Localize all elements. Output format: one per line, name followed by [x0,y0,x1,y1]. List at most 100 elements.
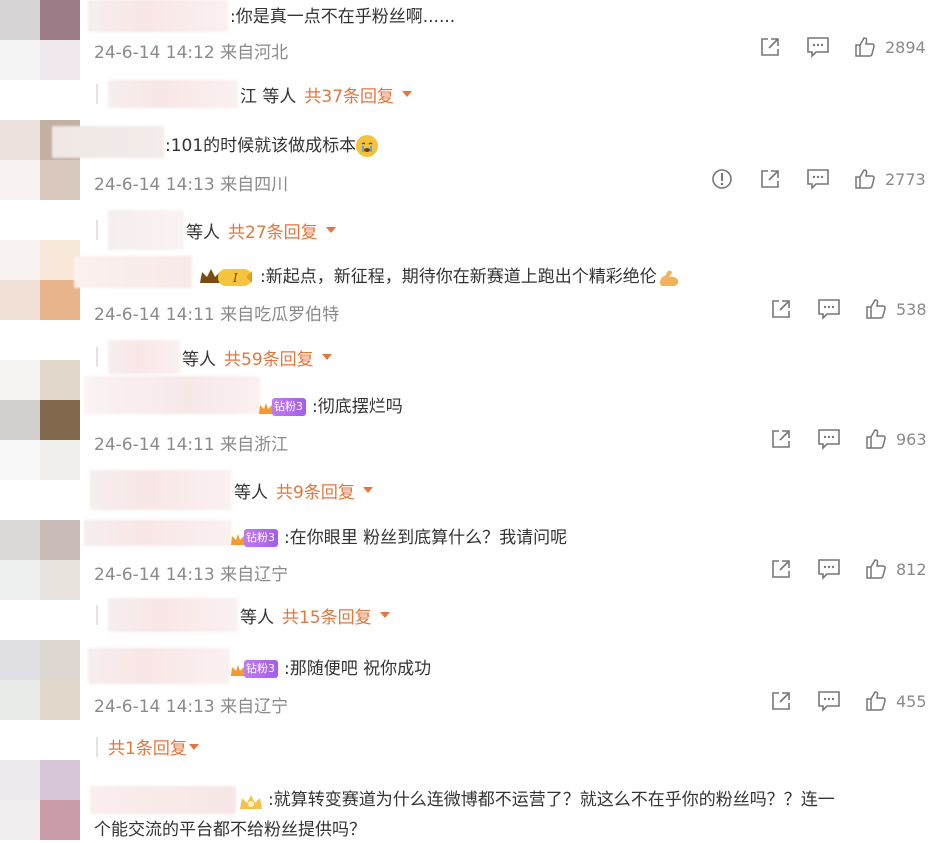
comment-item: :101的时候就该做成标本 24-6-14 14:13 来自四川 2773 等人… [0,120,943,250]
reply-summary[interactable]: 等人 共9条回复 [90,470,373,510]
avatar[interactable] [0,760,80,840]
timestamp: 24-6-14 14:11 [94,435,215,455]
comment-item: 钻粉3:彻底摆烂吗 24-6-14 14:11 来自浙江 963 等人 共9条回… [0,360,943,510]
comment-text: 钻粉3:彻底摆烂吗 [258,395,403,419]
username-blurred[interactable] [88,648,230,684]
timestamp: 24-6-14 14:12 [94,43,215,63]
like-button[interactable]: 538 [853,298,929,320]
share-icon[interactable] [757,558,805,580]
reply-summary[interactable]: 等人 共15条回复 [96,598,390,632]
crying-emoji-icon [356,135,379,157]
timestamp: 24-6-14 14:13 [94,175,215,195]
share-icon[interactable] [746,36,794,58]
flexed-biceps-emoji-icon [657,266,679,288]
divider [96,84,98,104]
comment-meta: 24-6-14 14:11 来自吃瓜罗伯特 [94,300,339,325]
report-icon[interactable] [698,168,746,190]
like-count: 963 [896,429,927,449]
comment-item: 钻粉3:那随便吧 祝你成功 24-6-14 14:13 来自辽宁 455 共1条… [0,640,943,760]
reply-users: 江 等人 [240,86,297,107]
like-count: 2773 [885,169,926,189]
comment-text: I:新起点，新征程，期待你在新赛道上跑出个精彩绝伦 [198,265,679,289]
comment-icon[interactable] [805,298,853,320]
like-count: 455 [896,691,927,711]
reply-count[interactable]: 共1条回复 [108,734,187,759]
fan-level-badge: 钻粉3 [272,398,306,416]
comment-icon[interactable] [805,690,853,712]
chevron-down-icon [379,612,390,618]
comment-text: :101的时候就该做成标本 [165,134,379,158]
share-icon[interactable] [757,428,805,450]
vip-crown-badge-icon: I [198,267,256,287]
action-bar: 538 [757,298,929,320]
comment-item: I:新起点，新征程，期待你在新赛道上跑出个精彩绝伦 24-6-14 14:11 … [0,240,943,374]
location: 来自辽宁 [220,565,289,585]
divider [96,220,98,240]
comment-meta: 24-6-14 14:11 来自浙江 [94,430,288,455]
avatar[interactable] [0,240,80,320]
reply-count[interactable]: 共37条回复 [304,82,394,107]
reply-summary[interactable]: 江 等人 共37条回复 [96,80,413,108]
crown-icon [238,793,264,809]
reply-users: 等人 [186,222,220,243]
username-blurred[interactable] [88,0,228,32]
like-button[interactable]: 455 [853,690,929,712]
location: 来自河北 [220,43,289,63]
thumbs-up-icon [866,299,886,319]
username-blurred[interactable] [84,376,260,414]
comment-icon[interactable] [805,558,853,580]
comment-icon[interactable] [805,428,853,450]
svg-text:I: I [232,271,238,285]
thumbs-up-icon [855,169,875,189]
avatar[interactable] [0,0,80,80]
reply-users: 等人 [240,607,274,628]
avatar[interactable] [0,640,80,720]
action-bar: 963 [757,428,929,450]
location: 来自辽宁 [220,697,289,717]
share-icon[interactable] [757,298,805,320]
username-blurred[interactable] [74,256,192,288]
share-icon[interactable] [757,690,805,712]
username-blurred[interactable] [52,126,164,158]
comment-text: :你是真一点不在乎粉丝啊...... [230,7,456,27]
comment-meta: 24-6-14 14:12 来自河北 [94,38,288,63]
reply-count[interactable]: 共9条回复 [276,478,355,503]
comment-icon[interactable] [794,168,842,190]
comment-item: :你是真一点不在乎粉丝啊...... 24-6-14 14:12 来自河北 28… [0,0,943,120]
comment-meta: 24-6-14 14:13 来自辽宁 [94,560,288,585]
action-bar: 455 [757,690,929,712]
username-blurred[interactable] [90,786,236,814]
reply-summary[interactable]: 共1条回复 [96,734,199,759]
thumbs-up-icon [866,691,886,711]
comment-icon[interactable] [794,36,842,58]
action-bar: 2894 [746,36,929,58]
avatar[interactable] [0,360,80,440]
reply-count[interactable]: 共27条回复 [228,218,318,243]
like-button[interactable]: 2773 [842,168,929,190]
comment-text: :就算转变赛道为什么连微博都不运营了？就这么不在乎你的粉丝吗？？连一 [238,788,835,812]
reply-user-blurred [90,470,232,510]
location: 来自浙江 [220,435,289,455]
fan-level-badge: 钻粉3 [244,660,278,678]
reply-user-blurred [108,598,238,632]
chevron-down-icon [362,487,373,493]
timestamp: 24-6-14 14:13 [94,565,215,585]
reply-users: 等人 [234,482,268,503]
like-count: 812 [896,559,927,579]
like-button[interactable]: 2894 [842,36,929,58]
comment-text-continued: 个能交流的平台都不给粉丝提供吗？ [94,820,366,840]
chevron-down-icon [325,227,336,233]
location: 来自吃瓜罗伯特 [220,305,340,325]
comment-meta: 24-6-14 14:13 来自四川 [94,170,288,195]
like-button[interactable]: 963 [853,428,929,450]
username-blurred[interactable] [84,520,232,546]
action-bar: 2773 [698,168,929,190]
like-button[interactable]: 812 [853,558,929,580]
timestamp: 24-6-14 14:13 [94,697,215,717]
share-icon[interactable] [746,168,794,190]
avatar[interactable] [0,520,80,600]
reply-count[interactable]: 共15条回复 [282,603,372,628]
crown-icon [230,662,245,676]
like-count: 538 [896,299,927,319]
timestamp: 24-6-14 14:11 [94,305,215,325]
